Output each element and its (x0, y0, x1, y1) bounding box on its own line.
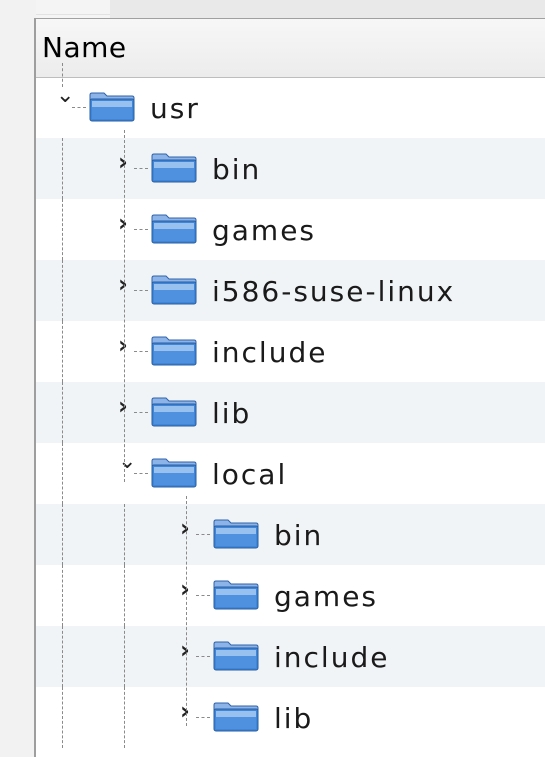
folder-icon (150, 274, 198, 306)
tree-connector-line (196, 534, 210, 535)
tree-guide-line (62, 443, 63, 504)
tree-connector-line (134, 412, 148, 413)
tree-connector-line (72, 107, 86, 108)
tree-connector-line (196, 656, 210, 657)
tree-item-label: lib (274, 702, 314, 735)
tree-connector-line (134, 229, 148, 230)
folder-icon (150, 213, 198, 245)
tree-guide-line (124, 565, 125, 626)
tree-guide-line (124, 504, 125, 565)
folder-icon (150, 396, 198, 428)
tree-connector-line (134, 351, 148, 352)
column-header-label: Name (42, 31, 127, 64)
tree-item-bin[interactable]: › bin (36, 504, 545, 565)
tree-item-label: bin (274, 519, 324, 552)
folder-icon (150, 152, 198, 184)
tree-item-label: bin (212, 153, 262, 186)
window-left-edge (0, 0, 36, 757)
tree-guide-line (124, 626, 125, 687)
tree-item-label: lib (212, 397, 252, 430)
tree-guide-line (62, 504, 63, 565)
tree-branch-line (186, 496, 187, 726)
tree-guide-line (62, 138, 63, 199)
tree-item-label: games (212, 214, 317, 247)
window-top-edge (0, 0, 545, 18)
expand-arrow-icon[interactable]: › (118, 211, 134, 235)
folder-icon (212, 640, 260, 672)
tree-guide-line (62, 565, 63, 626)
file-tree-window: Name ⌄ usr › bin › games › i586-suse-linux › incl… (0, 0, 545, 757)
expand-arrow-icon[interactable]: › (118, 150, 134, 174)
tree-guide-line (62, 687, 63, 748)
folder-icon (150, 457, 198, 489)
tree-item-include[interactable]: › include (36, 321, 545, 382)
folder-icon (88, 91, 136, 123)
tree-item-label: usr (150, 92, 200, 125)
expand-arrow-icon[interactable]: › (180, 699, 196, 723)
tree-connector-line (196, 595, 210, 596)
tree-item-label: include (274, 641, 390, 674)
tree-item-bin[interactable]: › bin (36, 138, 545, 199)
tree-item-local[interactable]: ⌄ local (36, 443, 545, 504)
tree-item-lib[interactable]: › lib (36, 382, 545, 443)
folder-icon (212, 579, 260, 611)
tree-item-label: i586-suse-linux (212, 275, 456, 308)
tree-rows: ⌄ usr › bin › games › i586-suse-linux › include › l… (36, 63, 545, 748)
tree-item-usr[interactable]: ⌄ usr (36, 77, 545, 138)
tree-item-label: include (212, 336, 328, 369)
tree-item-label: local (212, 458, 288, 491)
folder-icon (150, 335, 198, 367)
collapse-arrow-icon[interactable]: ⌄ (56, 85, 74, 107)
tree-item-include[interactable]: › include (36, 626, 545, 687)
expand-arrow-icon[interactable]: › (118, 333, 134, 357)
tree-guide-line (62, 199, 63, 260)
tree-connector-line (134, 473, 148, 474)
tree-item-games[interactable]: › games (36, 565, 545, 626)
tree-branch-line (124, 130, 125, 482)
tree-guide-line (62, 382, 63, 443)
directory-tree-view[interactable]: Name ⌄ usr › bin › games › i586-suse-linux › incl… (36, 18, 545, 757)
tree-item-games[interactable]: › games (36, 199, 545, 260)
tree-item-label: games (274, 580, 379, 613)
tree-guide-line (124, 687, 125, 748)
tree-item-i586-suse-linux[interactable]: › i586-suse-linux (36, 260, 545, 321)
window-top-shade (110, 0, 545, 18)
tree-connector-line (196, 717, 210, 718)
tree-guide-line (62, 626, 63, 687)
expand-arrow-icon[interactable]: › (118, 394, 134, 418)
collapse-arrow-icon[interactable]: ⌄ (118, 451, 136, 473)
tree-guide-line (62, 260, 63, 321)
tree-connector-line (134, 168, 148, 169)
expand-arrow-icon[interactable]: › (180, 516, 196, 540)
column-header-name[interactable]: Name (36, 19, 545, 78)
expand-arrow-icon[interactable]: › (180, 638, 196, 662)
tree-item-lib[interactable]: › lib (36, 687, 545, 748)
tree-connector-line (134, 290, 148, 291)
tree-root-line (62, 63, 63, 87)
expand-arrow-icon[interactable]: › (180, 577, 196, 601)
tree-guide-line (62, 321, 63, 382)
expand-arrow-icon[interactable]: › (118, 272, 134, 296)
folder-icon (212, 701, 260, 733)
folder-icon (212, 518, 260, 550)
